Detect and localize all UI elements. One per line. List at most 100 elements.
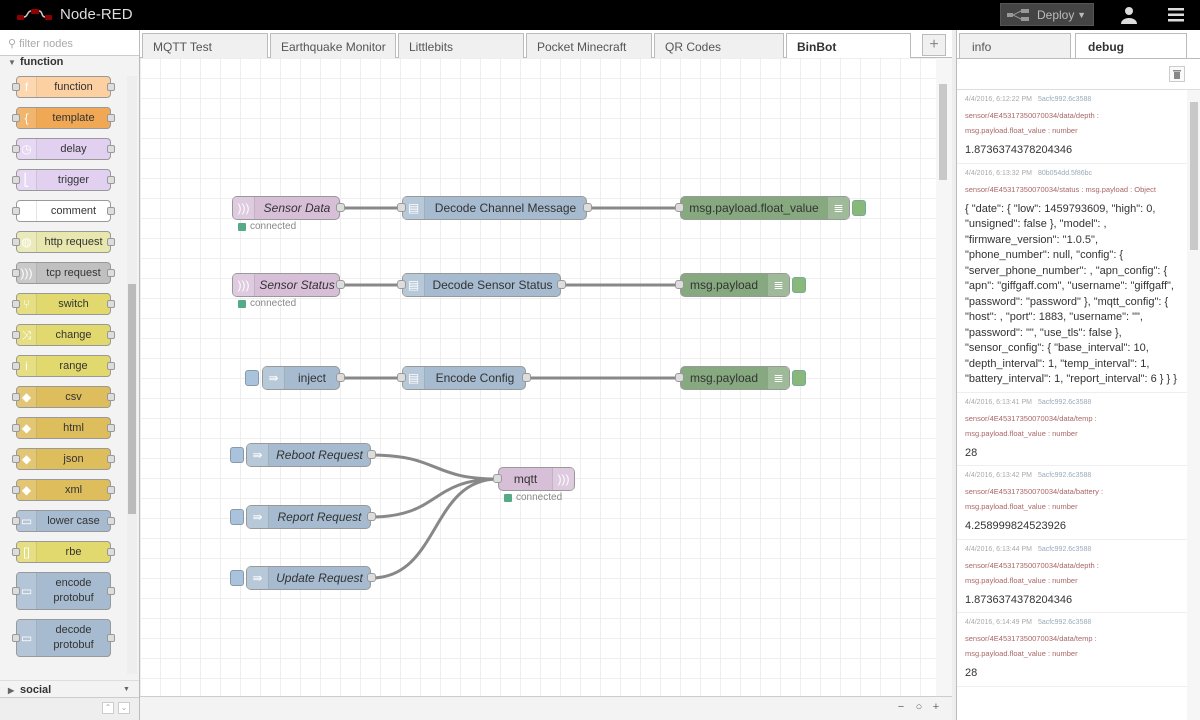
flow-node-debug-payload-2[interactable]: msg.payload ≣	[675, 366, 790, 390]
message-node-id[interactable]: 5acfc992.6c3588	[1038, 96, 1091, 103]
palette-scrollbar[interactable]	[127, 76, 137, 674]
flow-node-mqtt-out[interactable]: mqtt )))	[493, 467, 575, 491]
output-port[interactable]	[367, 573, 376, 582]
palette-filter[interactable]: ⚲ filter nodes	[0, 30, 139, 56]
palette-node-encode-protobuf[interactable]: ▭ encode protobuf	[12, 572, 115, 610]
inject-trigger-button[interactable]	[230, 447, 244, 463]
flow-node-inject[interactable]: ⇛ inject	[262, 366, 345, 390]
input-port[interactable]	[675, 373, 684, 382]
output-port[interactable]	[522, 373, 531, 382]
clear-debug-button[interactable]	[1169, 66, 1185, 82]
inject-trigger-button[interactable]	[245, 370, 259, 386]
output-port[interactable]	[336, 203, 345, 212]
input-port[interactable]	[397, 373, 406, 382]
debug-toggle-button[interactable]	[792, 370, 806, 386]
message-node-id[interactable]: 5acfc992.6c3588	[1038, 399, 1091, 406]
message-value: 28	[965, 667, 978, 679]
tab-pocket-minecraft[interactable]: Pocket Minecraft	[526, 33, 652, 58]
flow-node-debug-payload-1[interactable]: msg.payload ≣	[675, 273, 790, 297]
message-topic: sensor/4E45317350070034/data/temp :	[965, 634, 1097, 643]
workspace: MQTT Test Earthquake Monitor Littlebits Poc…	[140, 30, 952, 720]
flow-node-decode-sensor-status[interactable]: ▤ Decode Sensor Status	[397, 273, 566, 297]
input-port[interactable]	[675, 203, 684, 212]
debug-toggle-button[interactable]	[852, 200, 866, 216]
palette-node-html[interactable]: ◆ html	[12, 417, 115, 439]
tab-qr-codes[interactable]: QR Codes	[654, 33, 784, 58]
message-meta: 4/4/2016, 6:12:22 PM 5acfc992.6c3588	[965, 96, 1181, 103]
debug-scroll-thumb[interactable]	[1190, 102, 1198, 250]
flow-node-decode-channel-message[interactable]: ▤ Decode Channel Message	[397, 196, 592, 220]
flow-node-reboot-request[interactable]: ⇛ Reboot Request	[246, 443, 376, 467]
inject-trigger-button[interactable]	[230, 509, 244, 525]
flow-node-update-request[interactable]: ⇛ Update Request	[246, 566, 376, 590]
palette-node-switch[interactable]: ⑂ switch	[12, 293, 115, 315]
output-port[interactable]	[583, 203, 592, 212]
tab-earthquake-monitor[interactable]: Earthquake Monitor	[270, 33, 396, 58]
palette-input-port	[12, 486, 20, 494]
output-port[interactable]	[557, 280, 566, 289]
flow-node-sensor-status[interactable]: ))) Sensor Status	[232, 273, 345, 297]
mqtt-in-icon: )))	[233, 274, 255, 296]
zoom-out-button[interactable]: −	[894, 701, 908, 715]
palette-node-lower-case[interactable]: ▭ lower case	[12, 510, 115, 532]
expand-all-button[interactable]: ⌄	[118, 702, 130, 714]
flow-canvas[interactable]: ))) Sensor Data connected ▤ Decode Chann…	[140, 58, 936, 712]
flow-node-debug-float-value[interactable]: msg.payload.float_value ≣	[675, 196, 850, 220]
canvas-vertical-scrollbar[interactable]	[936, 58, 952, 712]
palette-node-change[interactable]: ⤨ change	[12, 324, 115, 346]
palette-node-delay[interactable]: ◷ delay	[12, 138, 115, 160]
palette-node-tcp-request[interactable]: ))) tcp request	[12, 262, 115, 284]
deploy-button[interactable]: Deploy ▼	[1000, 3, 1094, 26]
flow-node-encode-config[interactable]: ▤ Encode Config	[397, 366, 531, 390]
user-icon[interactable]	[1120, 6, 1138, 24]
palette-node-list: f function {template ◷ delay ⎣ trigger ✉ comment…	[0, 76, 126, 674]
message-node-id[interactable]: 5acfc992.6c3588	[1038, 619, 1091, 626]
output-port[interactable]	[367, 450, 376, 459]
zoom-reset-button[interactable]: ○	[912, 701, 926, 715]
output-port[interactable]	[367, 512, 376, 521]
palette-node-function[interactable]: f function	[12, 76, 115, 98]
tab-littlebits[interactable]: Littlebits	[398, 33, 524, 58]
v-scroll-thumb[interactable]	[939, 84, 947, 180]
zoom-in-button[interactable]: +	[929, 701, 943, 715]
input-port[interactable]	[493, 474, 502, 483]
palette-node-label: html	[63, 421, 84, 434]
inject-trigger-button[interactable]	[230, 570, 244, 586]
hamburger-menu-icon[interactable]	[1168, 8, 1184, 22]
palette-output-port	[107, 486, 115, 494]
palette-scroll-thumb[interactable]	[128, 284, 136, 514]
debug-toggle-button[interactable]	[792, 277, 806, 293]
message-node-id[interactable]: 5acfc992.6c3588	[1038, 472, 1091, 479]
message-value: 4.258999824523926	[965, 520, 1066, 532]
palette-node-csv[interactable]: ◆ csv	[12, 386, 115, 408]
input-port[interactable]	[675, 280, 684, 289]
caret-down-icon[interactable]: ▼	[1077, 10, 1086, 20]
debug-scrollbar[interactable]	[1187, 90, 1200, 720]
tab-binbot[interactable]: BinBot	[786, 33, 911, 59]
flow-node-sensor-data[interactable]: ))) Sensor Data	[232, 196, 345, 220]
palette-node-decode-protobuf[interactable]: ▭ decode protobuf	[12, 619, 115, 657]
palette-node-comment[interactable]: ✉ comment	[12, 200, 115, 222]
input-port[interactable]	[397, 203, 406, 212]
palette-node-label: lower case	[47, 514, 100, 527]
output-port[interactable]	[336, 280, 345, 289]
palette-node-json[interactable]: ◆ json	[12, 448, 115, 470]
output-port[interactable]	[336, 373, 345, 382]
input-port[interactable]	[397, 280, 406, 289]
category-social-header[interactable]: ▶ social ▼	[0, 680, 139, 698]
palette-node-xml[interactable]: ◆ xml	[12, 479, 115, 501]
tab-debug[interactable]: debug	[1075, 33, 1187, 58]
tab-mqtt-test[interactable]: MQTT Test	[142, 33, 268, 58]
palette-node-template[interactable]: {template	[12, 107, 115, 129]
palette-node-http-request[interactable]: ◍ http request	[12, 231, 115, 253]
tab-info[interactable]: info	[959, 33, 1071, 58]
category-function-header[interactable]: ▼ function	[0, 56, 139, 74]
flow-node-report-request[interactable]: ⇛ Report Request	[246, 505, 376, 529]
palette-node-range[interactable]: i range	[12, 355, 115, 377]
collapse-all-button[interactable]: ⌃	[102, 702, 114, 714]
message-node-id[interactable]: 5acfc992.6c3588	[1038, 546, 1091, 553]
palette-node-rbe[interactable]: [] rbe	[12, 541, 115, 563]
add-tab-button[interactable]: +	[922, 34, 946, 56]
message-node-id[interactable]: 80b054dd.5f86bc	[1038, 170, 1092, 177]
palette-node-trigger[interactable]: ⎣ trigger	[12, 169, 115, 191]
